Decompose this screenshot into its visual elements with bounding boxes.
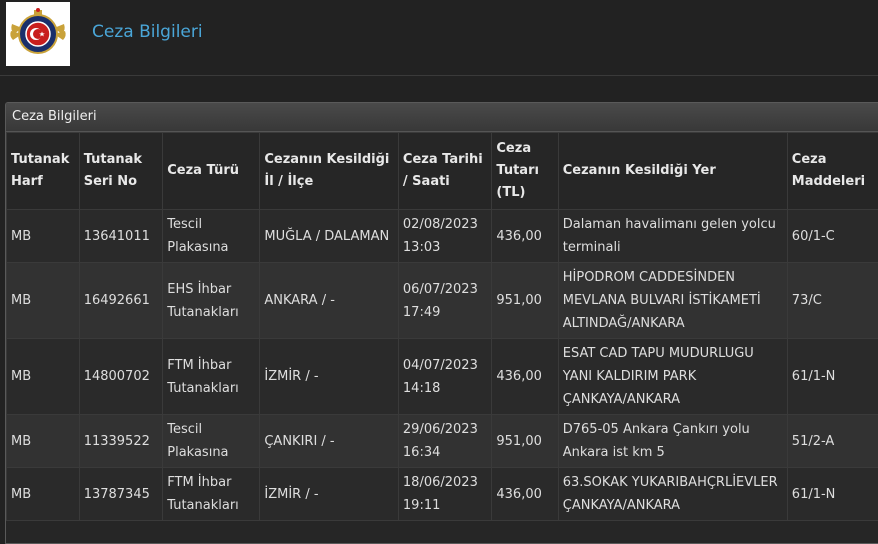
cell-letter: MB [7,210,80,263]
cell-datetime: 02/08/2023 13:03 [398,210,491,263]
cell-place: Dalaman havalimanı gelen yolcu terminali [558,210,787,263]
cell-datetime: 18/06/2023 19:11 [398,468,491,521]
cell-type: FTM İhbar Tutanakları [163,468,260,521]
cell-letter: MB [7,263,80,339]
cell-articles: 51/2-A [787,415,878,468]
page-title: Ceza Bilgileri [92,22,203,42]
cell-location: ÇANKIRI / - [260,415,399,468]
column-header: Tutanak Seri No [79,133,163,210]
cell-type: Tescil Plakasına [163,415,260,468]
cell-type: Tescil Plakasına [163,210,260,263]
cell-location: İZMİR / - [260,468,399,521]
column-header: Ceza Tarihi / Saati [398,133,491,210]
column-header: Cezanın Kesildiği Yer [558,133,787,210]
cell-amount: 951,00 [492,415,558,468]
cell-location: ANKARA / - [260,263,399,339]
panel-title: Ceza Bilgileri [6,103,878,132]
column-header: Ceza Türü [163,133,260,210]
cell-place: HİPODROM CADDESİNDEN MEVLANA BULVARI İST… [558,263,787,339]
cell-letter: MB [7,468,80,521]
table-row: MB 11339522 Tescil Plakasına ÇANKIRI / -… [7,415,878,468]
cell-place: D765-05 Ankara Çankırı yolu Ankara ist k… [558,415,787,468]
cell-serial: 11339522 [79,415,163,468]
cell-serial: 16492661 [79,263,163,339]
cell-location: İZMİR / - [260,339,399,415]
cell-articles: 61/1-N [787,339,878,415]
cell-serial: 13787345 [79,468,163,521]
cell-type: FTM İhbar Tutanakları [163,339,260,415]
table-header-row: Tutanak Harf Tutanak Seri No Ceza Türü C… [7,133,878,210]
column-header: Cezanın Kesildiği İl / İlçe [260,133,399,210]
cell-letter: MB [7,415,80,468]
cell-place: 63.SOKAK YUKARIBAHÇRLİEVLER ÇANKAYA/ANKA… [558,468,787,521]
table-row: MB 13641011 Tescil Plakasına MUĞLA / DAL… [7,210,878,263]
cell-place: ESAT CAD TAPU MUDURLUGU YANI KALDIRIM PA… [558,339,787,415]
page-header: Ceza Bilgileri [0,0,878,76]
fines-table: Tutanak Harf Tutanak Seri No Ceza Türü C… [6,132,878,521]
cell-amount: 951,00 [492,263,558,339]
cell-articles: 61/1-N [787,468,878,521]
cell-amount: 436,00 [492,210,558,263]
table-row: MB 13787345 FTM İhbar Tutanakları İZMİR … [7,468,878,521]
cell-datetime: 06/07/2023 17:49 [398,263,491,339]
cell-amount: 436,00 [492,339,558,415]
table-row: MB 14800702 FTM İhbar Tutanakları İZMİR … [7,339,878,415]
cell-serial: 13641011 [79,210,163,263]
fines-panel: Ceza Bilgileri Tutanak Harf Tutanak Seri… [5,102,878,544]
cell-articles: 60/1-C [787,210,878,263]
cell-amount: 436,00 [492,468,558,521]
cell-serial: 14800702 [79,339,163,415]
column-header: Ceza Maddeleri [787,133,878,210]
cell-letter: MB [7,339,80,415]
cell-articles: 73/C [787,263,878,339]
column-header: Ceza Tutarı (TL) [492,133,558,210]
cell-location: MUĞLA / DALAMAN [260,210,399,263]
police-badge-icon [6,2,70,66]
cell-type: EHS İhbar Tutanakları [163,263,260,339]
table-row: MB 16492661 EHS İhbar Tutanakları ANKARA… [7,263,878,339]
column-header: Tutanak Harf [7,133,80,210]
cell-datetime: 04/07/2023 14:18 [398,339,491,415]
cell-datetime: 29/06/2023 16:34 [398,415,491,468]
